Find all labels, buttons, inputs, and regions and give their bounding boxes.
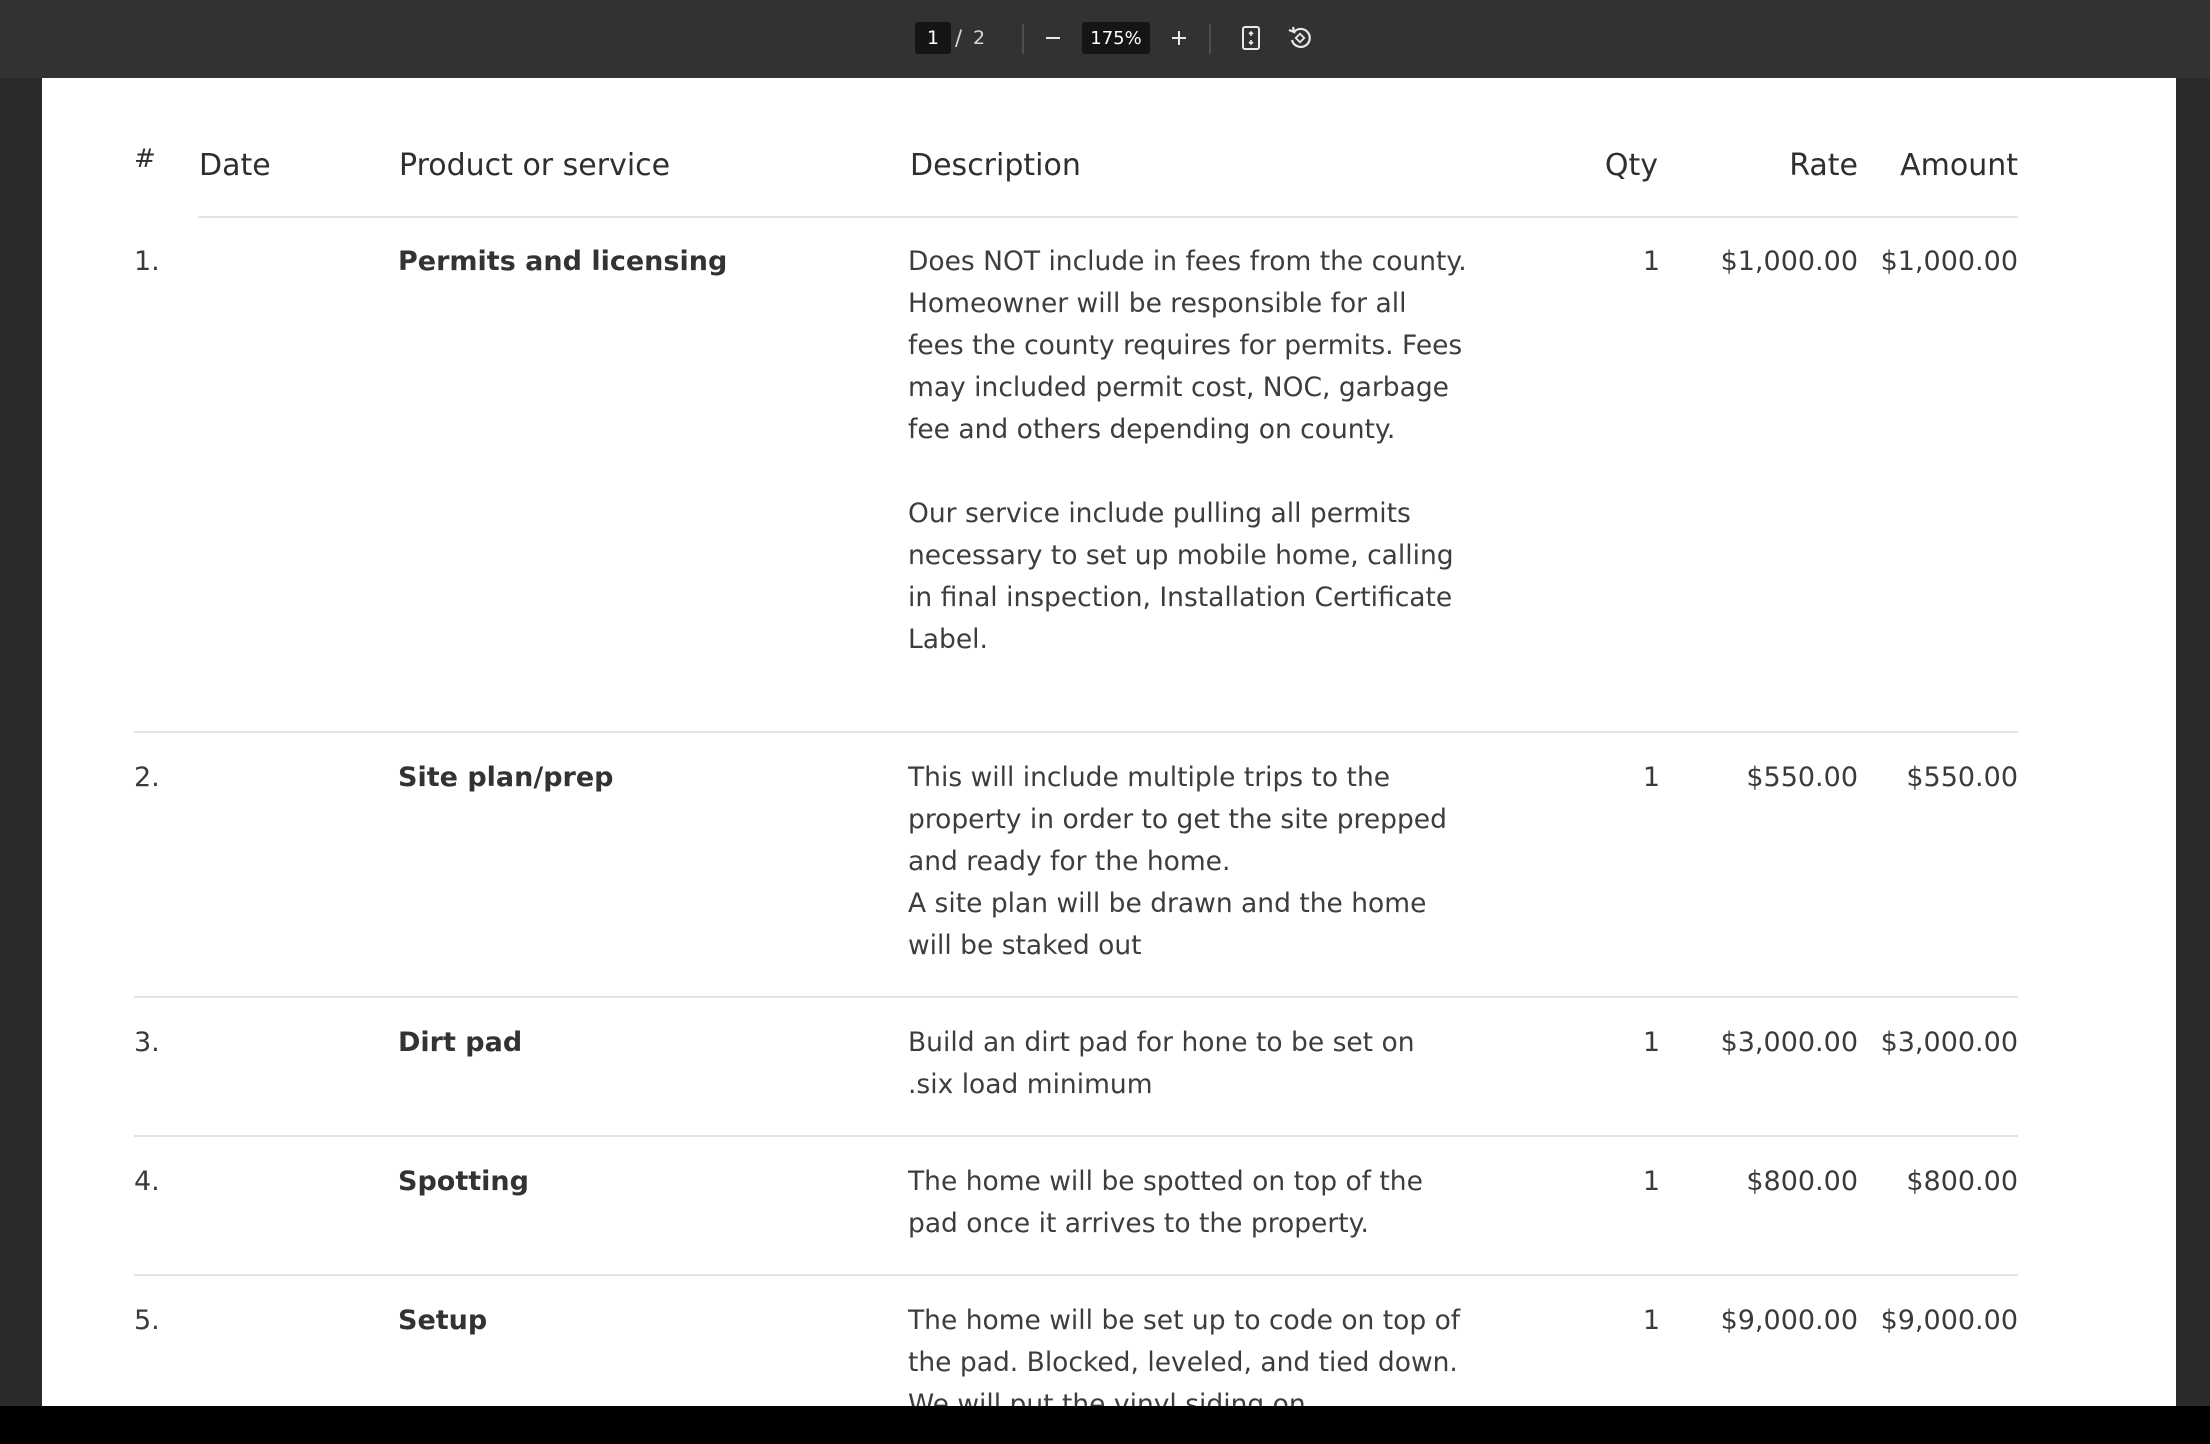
header-number: # [134, 144, 156, 174]
header-qty: Qty [1604, 148, 1658, 183]
toolbar-divider [1022, 24, 1024, 54]
zoom-level-input[interactable]: 175% [1082, 22, 1150, 54]
description-paragraph: Our service include pulling all permits … [908, 498, 1454, 655]
row-description: The home will be spotted on top of the p… [908, 1161, 1468, 1245]
row-number: 1. [134, 246, 160, 277]
row-product: Permits and licensing [398, 246, 728, 277]
rotate-button[interactable] [1282, 20, 1318, 56]
header-divider [198, 216, 2018, 218]
row-product: Setup [398, 1305, 488, 1336]
row-number: 5. [134, 1305, 160, 1336]
row-divider [134, 731, 2018, 733]
row-description: Build an dirt pad for hone to be set on … [908, 1022, 1468, 1106]
row-amount: $550.00 [1906, 762, 2018, 793]
fit-to-page-icon [1242, 26, 1260, 50]
description-paragraph: This will include multiple trips to the … [908, 762, 1447, 877]
viewer-bottom-edge [0, 1406, 2210, 1444]
pdf-viewer: 1 / 2 175% # Date Product or service Des… [0, 0, 2210, 1444]
zoom-in-button[interactable] [1161, 20, 1197, 56]
viewer-toolbar: 1 / 2 175% [0, 0, 2210, 78]
row-number: 2. [134, 762, 160, 793]
total-pages: 2 [973, 27, 986, 49]
description-paragraph: The home will be spotted on top of the p… [908, 1166, 1423, 1239]
row-product: Site plan/prep [398, 762, 614, 793]
fit-to-page-button[interactable] [1233, 20, 1269, 56]
rotate-icon [1288, 26, 1311, 49]
row-amount: $800.00 [1906, 1166, 2018, 1197]
row-description: The home will be set up to code on top o… [908, 1300, 1468, 1406]
row-divider [134, 1274, 2018, 1276]
description-paragraph: A site plan will be drawn and the home w… [908, 888, 1427, 961]
header-product: Product or service [399, 148, 671, 183]
row-qty: 1 [1642, 762, 1660, 793]
row-divider [134, 996, 2018, 998]
row-qty: 1 [1642, 1027, 1660, 1058]
row-product: Spotting [398, 1166, 529, 1197]
description-paragraph: Build an dirt pad for hone to be set on … [908, 1027, 1415, 1100]
header-amount: Amount [1900, 148, 2018, 183]
row-description: This will include multiple trips to the … [908, 757, 1468, 967]
plus-icon [1172, 31, 1186, 45]
page-separator: / [955, 26, 963, 50]
document-page: # Date Product or service Description Qt… [42, 78, 2176, 1406]
minus-icon [1046, 37, 1060, 39]
row-description: Does NOT include in fees from the county… [908, 241, 1468, 661]
row-product: Dirt pad [398, 1027, 523, 1058]
description-paragraph: Does NOT include in fees from the county… [908, 246, 1467, 445]
row-qty: 1 [1642, 1166, 1660, 1197]
row-number: 4. [134, 1166, 160, 1197]
row-amount: $3,000.00 [1880, 1027, 2018, 1058]
header-date: Date [199, 148, 271, 183]
toolbar-divider [1209, 24, 1211, 54]
row-divider [134, 1135, 2018, 1137]
zoom-out-button[interactable] [1035, 20, 1071, 56]
row-amount: $1,000.00 [1880, 246, 2018, 277]
row-number: 3. [134, 1027, 160, 1058]
description-paragraph: The home will be set up to code on top o… [908, 1305, 1461, 1406]
row-qty: 1 [1642, 1305, 1660, 1336]
row-qty: 1 [1642, 246, 1660, 277]
current-page-input[interactable]: 1 [915, 22, 951, 54]
header-description: Description [910, 148, 1081, 183]
row-amount: $9,000.00 [1880, 1305, 2018, 1336]
